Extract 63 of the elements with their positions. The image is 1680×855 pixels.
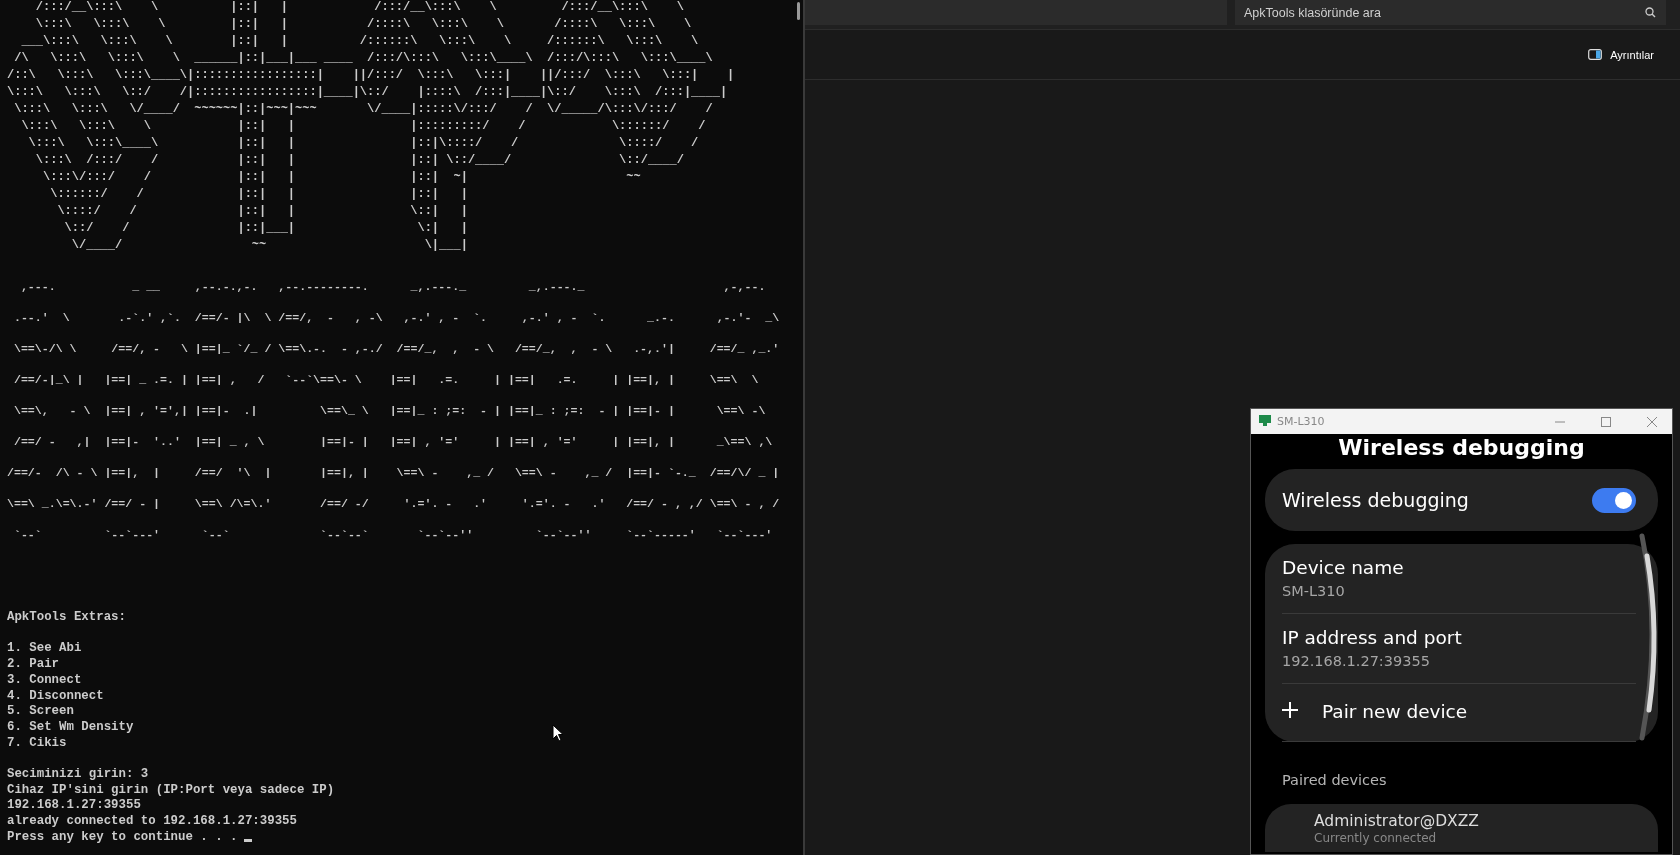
terminal-line: Cihaz IP'sini girin (IP:Port veya sadece IP): [7, 782, 335, 799]
setting-item[interactable]: IP address and port 192.168.1.27:39355: [1282, 614, 1636, 684]
close-icon[interactable]: [1647, 416, 1657, 427]
maximize-icon[interactable]: [1601, 416, 1611, 427]
terminal-line: Seciminizi girin: 3: [7, 767, 149, 783]
text-cursor: [243, 838, 252, 842]
ascii-art-line: ___\:::\ \:::\ \ |::| | /::::::\ \:::\ \ /::::::\ \:::\ \: [20, 33, 699, 50]
terminal-line: already connected to 192.168.1.27:39355: [7, 814, 297, 830]
menu-option: 7. Cikis: [7, 735, 67, 752]
search-field[interactable]: ApkTools klasöründe ara: [1235, 0, 1666, 25]
menu-option: 5. Screen: [7, 704, 74, 720]
ascii-art-line: .--.' \ .-`.' ,`. /==/- |\ \ /==/, - , -\ ,-.' , - `. ,-.' , - `. _.-. ,-.'- _\: [12, 310, 780, 326]
menu-option: 3. Connect: [7, 672, 82, 689]
toggle-switch[interactable]: [1592, 487, 1636, 513]
search-icon[interactable]: [1645, 7, 1656, 18]
ascii-art-line: `--` `--`---' `--` `--`--` `--`--'' `--`--'' `--`-----' `--`---': [12, 527, 773, 543]
ascii-art-line: \:::\ \:::\ \/____/ ~~~~~~|::|~~~|~~~ \/____|:::::\/:::/ / \/_____/\:::\/:::/ /: [13, 101, 713, 118]
setting-title: IP address and port: [1282, 626, 1463, 650]
section-heading: Paired devices: [1282, 771, 1388, 790]
ascii-art-line: \:::\ \:::\ \::/ /|:::::::::::::::::|____|\::/ |::::\ /:::|____|\::/ \:::\ /:::|____|: [7, 84, 728, 101]
ascii-art-line: \==\-/\ \ /==/, - \ |==|_ `/_ / \==\.-. - ,-./ /==/_, , - \ /==/_, , - \ .-,.'| /==/_ ,_.': [12, 341, 780, 357]
ascii-art-line: \==\ _.\=\.-' /==/ - | \==\ /\=\.' /==/ -/ '.='. - .' '.='. - .' /==/ - , ,/ \==\ - , /: [7, 496, 780, 512]
ascii-art-line: /==/- /\ - \ |==|, | /==/ '\ | |==|, | \==\ - ,_ / \==\ - ,_ / |==|- `-._ /==/\/ _ |: [7, 465, 780, 481]
ascii-art-line: \::/ / |::|___| \:| |: [63, 220, 468, 237]
setting-item[interactable]: Device name SM-L310: [1282, 544, 1636, 614]
ascii-art-line: \:::\/:::/ / |::| | |::| ~| ~~: [42, 169, 641, 186]
setting-label: Wireless debugging: [1282, 489, 1469, 511]
scrollbar[interactable]: [797, 2, 800, 20]
setting-value: 192.168.1.27:39355: [1282, 652, 1431, 671]
page-title: Wireless debugging: [1338, 434, 1585, 461]
ascii-art-line: /::\ \:::\ \:::\____\|:::::::::::::::::| ||/:::/ \:::\ \:::| ||/:::/ \:::\ \:::| |: [7, 67, 735, 84]
plus-icon: [1282, 702, 1298, 718]
connection-status: Currently connected: [1314, 831, 1438, 846]
ascii-art-line: /:::/__\:::\ \ |::| | /:::/__\:::\ \ /:::/__\:::\ \: [34, 0, 684, 16]
setting-title: Device name: [1282, 556, 1405, 580]
ascii-art-line: /==/ - ,| |==|- '..' |==| _ , \ |==|- | |==| , '=' | |==| , '=' | |==|, | _\==\ ,\: [12, 434, 773, 450]
setting-value: SM-L310: [1282, 582, 1346, 601]
ascii-art-line: \:::\ \:::\ \ |::| | |:::::::::/ / \::::::/ /: [20, 118, 706, 135]
ascii-art-line: /\ \:::\ \:::\ \ ______|::|___|___ ____ /:::/\:::\ \:::\____\ /:::/\:::\ \:::\____\: [13, 50, 713, 67]
details-button[interactable]: Ayrıntılar: [1582, 44, 1660, 65]
monitor-icon: [1259, 414, 1271, 426]
menu-option: 1. See Abi: [7, 641, 82, 658]
ascii-art-line: \==\, - \ |==| , '=',| |==|- .| \==\_ \ |==|_ : ;=: - | |==|_ : ;=: - | |==|- | \==\ -\: [12, 403, 766, 419]
device-name: Administrator@DXZZ: [1314, 812, 1480, 831]
details-pane-icon: [1588, 49, 1603, 60]
ascii-art-line: \:::\ \:::\____\ |::| | |::|\::::/ / \::::/ /: [27, 135, 699, 152]
terminal-line: ApkTools Extras:: [7, 610, 126, 626]
window-title: SM-L310: [1277, 415, 1326, 428]
ascii-art-line: \/____/ ~~ \|___|: [70, 237, 468, 254]
menu-option: 6. Set Wm Density: [7, 719, 134, 736]
pair-device-button[interactable]: Pair new device: [1322, 700, 1468, 724]
ascii-art-line: \:::\ /:::/ / |::| | |::| \::/____/ \::/____/: [34, 152, 684, 169]
terminal-line: Press any key to continue . . .: [7, 829, 252, 846]
ascii-art-line: ,---. _ __ ,--.-.,-. ,--.--------. _,.---._ _,.---._ ,-,--.: [19, 279, 766, 295]
ascii-art-line: \::::/ / |::| | \::| |: [56, 203, 468, 220]
menu-option: 2. Pair: [7, 657, 60, 673]
menu-option: 4. Disconnect: [7, 688, 104, 705]
terminal-line: 192.168.1.27:39355: [7, 798, 141, 815]
mouse-pointer-icon: [552, 724, 564, 742]
paired-device-card[interactable]: Administrator@DXZZ Currently connected: [1265, 804, 1658, 852]
ascii-art-line: \::::::/ / |::| | |::| |: [49, 186, 468, 203]
ascii-art-line: \:::\ \:::\ \ |::| | /::::\ \:::\ \ /::::\ \:::\ \: [34, 16, 692, 33]
ascii-art-line: /==/-|_\ | |==| _ .=. | |==| , / `--`\==\- \ |==| .=. | |==| .=. | |==|, | \==\ \: [12, 372, 759, 388]
